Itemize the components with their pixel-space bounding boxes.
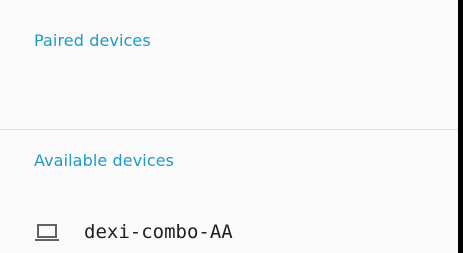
section-divider <box>0 129 458 130</box>
device-item-dexi-combo-aa[interactable]: dexi-combo-AA <box>0 212 458 253</box>
paired-devices-header: Paired devices <box>34 31 151 50</box>
available-devices-header: Available devices <box>34 151 175 170</box>
bluetooth-device-list: Paired devices Available devices dexi-co… <box>0 0 458 253</box>
laptop-icon <box>34 222 60 242</box>
device-name: dexi-combo-AA <box>84 221 233 243</box>
